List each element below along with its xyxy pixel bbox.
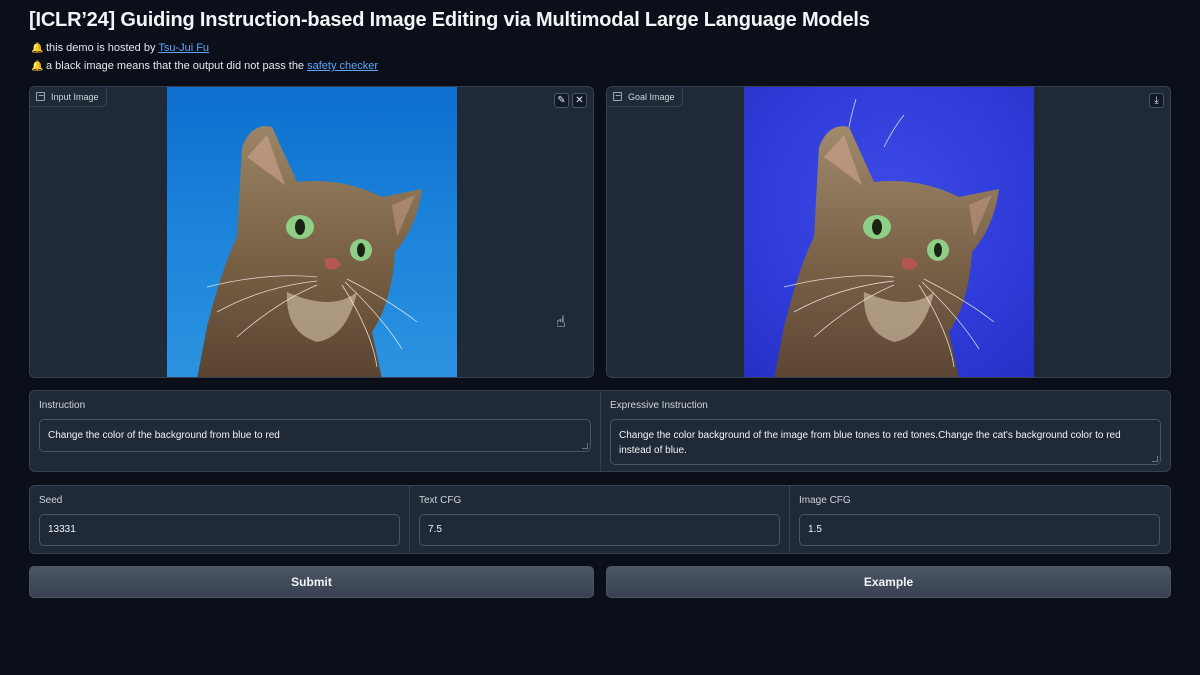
text-cfg-label: Text CFG — [419, 495, 462, 506]
cat-illustration — [197, 126, 422, 377]
text-cfg-input[interactable]: 7.5 — [419, 514, 780, 546]
page-title: [ICLR’24] Guiding Instruction-based Imag… — [29, 9, 870, 31]
example-button[interactable]: Example — [606, 566, 1171, 598]
image-cfg-label: Image CFG — [799, 495, 851, 506]
text-cfg-column: Text CFG 7.5 — [410, 486, 790, 553]
pencil-icon[interactable]: ✎ — [554, 93, 569, 108]
safety-note-text: a black image means that the output did … — [46, 60, 308, 72]
input-image-tools: ✎ ✕ — [554, 93, 587, 108]
hosted-by-text: this demo is hosted by — [46, 42, 159, 54]
close-icon[interactable]: ✕ — [572, 93, 587, 108]
app-root: [ICLR’24] Guiding Instruction-based Imag… — [0, 0, 1200, 675]
goal-image — [744, 87, 1034, 377]
instruction-column: Instruction Change the color of the back… — [30, 391, 601, 471]
goal-image-label-text: Goal Image — [628, 91, 675, 102]
seed-label: Seed — [39, 495, 63, 506]
image-cfg-input[interactable]: 1.5 — [799, 514, 1160, 546]
expressive-instruction-textarea[interactable]: Change the color background of the image… — [610, 419, 1161, 465]
goal-image-panel: Goal Image ⤓ — [606, 86, 1171, 378]
submit-button[interactable]: Submit — [29, 566, 594, 598]
expressive-instruction-column: Expressive Instruction Change the color … — [601, 391, 1170, 471]
image-cfg-column: Image CFG 1.5 — [790, 486, 1170, 553]
instruction-value: Change the color of the background from … — [48, 430, 280, 441]
safety-note: 🔔 a black image means that the output did… — [31, 60, 378, 72]
input-image-panel[interactable]: Input Image ✎ ✕ — [29, 86, 594, 378]
input-image-label-text: Input Image — [51, 91, 99, 102]
goal-image-tools: ⤓ — [1149, 93, 1164, 108]
params-panel: Seed 13331 Text CFG 7.5 Image CFG 1.5 — [29, 485, 1171, 554]
resize-handle-icon[interactable] — [582, 443, 588, 449]
expressive-instruction-label: Expressive Instruction — [610, 400, 708, 411]
hosted-by-note: 🔔 this demo is hosted by Tsu-Jui Fu — [31, 42, 209, 54]
expressive-instruction-value: Change the color background of the image… — [619, 430, 1121, 456]
input-image-label: Input Image — [30, 87, 107, 107]
image-icon — [36, 92, 45, 101]
seed-input[interactable]: 13331 — [39, 514, 400, 546]
safety-checker-link[interactable]: safety checker — [307, 60, 378, 72]
instruction-label: Instruction — [39, 400, 86, 411]
resize-handle-icon[interactable] — [1152, 456, 1158, 462]
bell-icon: 🔔 — [31, 43, 44, 54]
image-icon — [613, 92, 622, 101]
author-link[interactable]: Tsu-Jui Fu — [158, 42, 209, 54]
goal-image-label: Goal Image — [607, 87, 683, 107]
seed-column: Seed 13331 — [30, 486, 410, 553]
mouse-cursor: ☝ — [556, 314, 566, 331]
input-image[interactable] — [167, 87, 457, 377]
download-icon[interactable]: ⤓ — [1149, 93, 1164, 108]
instruction-textarea[interactable]: Change the color of the background from … — [39, 419, 591, 452]
instruction-panel: Instruction Change the color of the back… — [29, 390, 1171, 472]
bell-icon: 🔔 — [31, 61, 44, 72]
cat-illustration — [774, 98, 999, 377]
